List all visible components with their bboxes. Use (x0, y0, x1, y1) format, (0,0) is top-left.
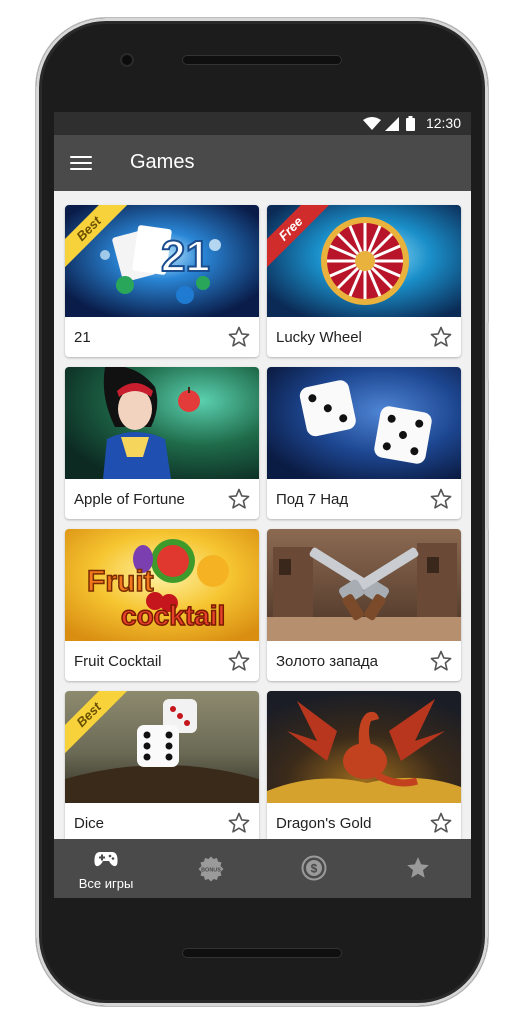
app-bar: Games (54, 135, 471, 191)
game-card-21[interactable]: 21 Best 21 (65, 205, 259, 357)
game-thumbnail (267, 367, 461, 479)
svg-text:21: 21 (161, 232, 210, 281)
bottom-speaker (182, 948, 342, 958)
nav-bonus[interactable]: BONUS (158, 839, 262, 898)
game-card-dragons-gold[interactable]: Dragon's Gold (267, 691, 461, 839)
card-footer: Apple of Fortune (65, 479, 259, 519)
nav-all-games[interactable]: Все игры (54, 839, 158, 898)
volume-button (486, 322, 489, 380)
game-thumbnail: Best (65, 691, 259, 803)
game-title: Apple of Fortune (74, 491, 185, 508)
hamburger-menu-icon[interactable] (70, 152, 92, 172)
card-footer: Fruit Cocktail (65, 641, 259, 681)
bonus-icon: BONUS (198, 856, 224, 882)
page-title: Games (130, 151, 195, 173)
game-card-apple-of-fortune[interactable]: Apple of Fortune (65, 367, 259, 519)
art-title-cocktail: cocktail (121, 600, 225, 631)
power-button (486, 440, 489, 530)
game-card-western-gold[interactable]: Золото запада (267, 529, 461, 681)
game-title: Dice (74, 815, 105, 832)
favorite-star-icon[interactable] (227, 487, 251, 511)
game-thumbnail: Fruit cocktail (65, 529, 259, 641)
card-footer: 21 (65, 317, 259, 357)
games-grid: 21 Best 21 Free Lucky Wheel Apple of For… (54, 191, 471, 839)
art-title-fruit: Fruit (87, 565, 154, 598)
game-title: Dragon's Gold (276, 815, 372, 832)
app-screen: 12:30 Games 21 Best 21 Free Lucky Wheel … (54, 112, 471, 898)
bottom-navigation: Все игры BONUS $ (54, 839, 471, 898)
card-footer: Золото запада (267, 641, 461, 681)
top-speaker (182, 55, 342, 65)
game-card-lucky-wheel[interactable]: Free Lucky Wheel (267, 205, 461, 357)
game-title: Lucky Wheel (276, 329, 362, 346)
star-icon (407, 857, 429, 878)
card-footer: Dice (65, 803, 259, 839)
game-title: Fruit Cocktail (74, 653, 162, 670)
game-card-fruit-cocktail[interactable]: Fruit cocktail Fruit Cocktail (65, 529, 259, 681)
card-footer: Lucky Wheel (267, 317, 461, 357)
battery-icon (406, 116, 415, 131)
bonus-icon-text: BONUS (201, 868, 221, 874)
status-time: 12:30 (425, 115, 461, 131)
status-bar: 12:30 (54, 112, 471, 135)
favorite-star-icon[interactable] (429, 487, 453, 511)
nav-label-all-games: Все игры (78, 876, 134, 891)
gamepad-icon (94, 852, 118, 867)
game-thumbnail: 21 Best (65, 205, 259, 317)
game-title: 21 (74, 329, 91, 346)
nav-balance[interactable]: $ (262, 839, 366, 898)
card-footer: Dragon's Gold (267, 803, 461, 839)
svg-text:$: $ (311, 862, 318, 876)
game-card-under-7-over[interactable]: Под 7 Над (267, 367, 461, 519)
game-card-dice[interactable]: Best Dice (65, 691, 259, 839)
game-thumbnail (267, 691, 461, 803)
favorite-star-icon[interactable] (227, 811, 251, 835)
nav-favorites[interactable] (366, 839, 470, 898)
wifi-icon (363, 117, 381, 130)
favorite-star-icon[interactable] (429, 811, 453, 835)
favorite-star-icon[interactable] (227, 649, 251, 673)
favorite-star-icon[interactable] (429, 325, 453, 349)
card-footer: Под 7 Над (267, 479, 461, 519)
dollar-coin-icon: $ (301, 855, 327, 881)
signal-icon (385, 117, 399, 131)
favorite-star-icon[interactable] (429, 649, 453, 673)
game-thumbnail (65, 367, 259, 479)
game-thumbnail (267, 529, 461, 641)
game-title: Под 7 Над (276, 491, 349, 508)
game-thumbnail: Free (267, 205, 461, 317)
game-title: Золото запада (276, 653, 378, 670)
favorite-star-icon[interactable] (227, 325, 251, 349)
front-camera (120, 53, 134, 67)
